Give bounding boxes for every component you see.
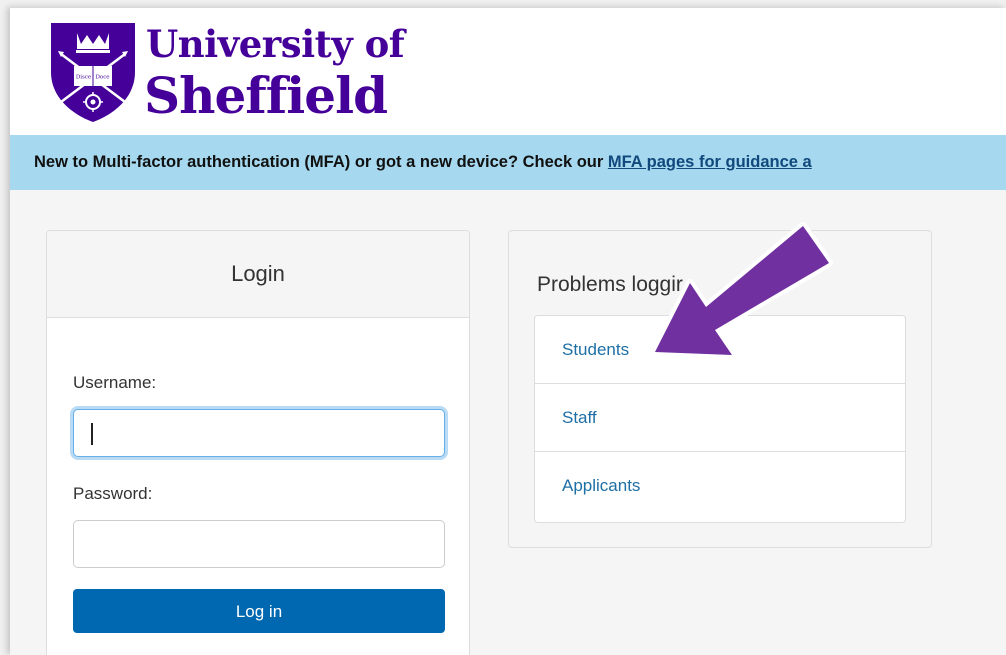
username-input[interactable]: [73, 409, 445, 457]
text-caret: [91, 423, 93, 445]
login-problems-title: Problems loggir: [537, 273, 683, 296]
university-logo[interactable]: Disce Doce University of Sheffield: [48, 20, 405, 125]
login-panel-title: Login: [47, 231, 469, 318]
login-problems-panel: Problems loggir Students Staff Applicant…: [508, 230, 932, 548]
login-button[interactable]: Log in: [73, 589, 445, 633]
mfa-notice-banner: New to Multi-factor authentication (MFA)…: [10, 135, 1006, 190]
username-label: Username:: [73, 373, 157, 392]
mfa-guidance-link[interactable]: MFA pages for guidance a: [608, 153, 812, 171]
logo-text-university-of: University of: [146, 22, 405, 66]
help-link-staff[interactable]: Staff: [535, 384, 905, 452]
password-label: Password:: [73, 484, 153, 503]
site-header: Disce Doce University of Sheffield: [10, 8, 1006, 135]
crest-motto-right: Doce: [95, 75, 109, 81]
mfa-notice-text: New to Multi-factor authentication (MFA)…: [34, 153, 608, 171]
login-problems-list: Students Staff Applicants: [534, 315, 906, 523]
university-crest-icon: Disce Doce: [51, 23, 135, 122]
help-link-students[interactable]: Students: [535, 316, 905, 384]
page-frame: Disce Doce University of Sheffield New t…: [10, 8, 1006, 655]
crest-motto-left: Disce: [76, 75, 91, 81]
logo-text-sheffield: Sheffield: [144, 66, 388, 125]
help-link-applicants[interactable]: Applicants: [535, 452, 905, 520]
password-input[interactable]: [73, 520, 445, 568]
login-panel: Login Username: Password: Log in: [46, 230, 470, 655]
